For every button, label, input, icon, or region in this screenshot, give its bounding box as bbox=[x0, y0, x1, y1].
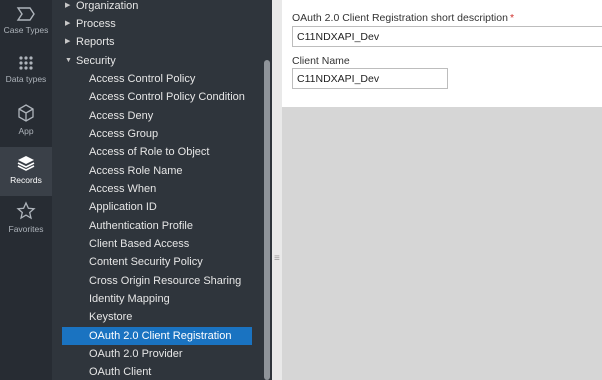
caret-right-icon: ▶ bbox=[65, 20, 71, 27]
tree-item-access-role-name[interactable]: Access Role Name bbox=[62, 162, 252, 180]
tree-item-access-of-role-to-object[interactable]: Access of Role to Object bbox=[62, 143, 252, 161]
tree-item-application-id[interactable]: Application ID bbox=[62, 198, 252, 216]
tree-item-oauth-client[interactable]: OAuth Client bbox=[62, 363, 252, 380]
short-description-input[interactable] bbox=[292, 26, 602, 47]
rail-item-records[interactable]: Records bbox=[0, 147, 52, 196]
tree-item-keystore[interactable]: Keystore bbox=[62, 308, 252, 326]
rail-item-favorites[interactable]: Favorites bbox=[0, 196, 52, 245]
tree-item-client-based-access[interactable]: Client Based Access bbox=[62, 235, 252, 253]
records-stack-icon bbox=[17, 156, 35, 171]
tree-item-access-group[interactable]: Access Group bbox=[62, 125, 252, 143]
tree-category-process[interactable]: ▶ Process bbox=[52, 15, 262, 33]
tree-item-content-security-policy[interactable]: Content Security Policy bbox=[62, 253, 252, 271]
rail-label: Data types bbox=[5, 74, 47, 84]
tree-item-access-control-policy-condition[interactable]: Access Control Policy Condition bbox=[62, 88, 252, 106]
tree-category-organization[interactable]: ▶ Organization bbox=[52, 0, 262, 15]
tree-category-security[interactable]: ▼ Security bbox=[52, 52, 262, 70]
data-types-icon bbox=[19, 56, 33, 70]
app-cube-icon bbox=[18, 104, 34, 122]
caret-down-icon: ▼ bbox=[65, 57, 72, 64]
tree-scrollbar[interactable] bbox=[262, 0, 272, 380]
rail-item-data-types[interactable]: Data types bbox=[0, 49, 52, 98]
scrollbar-thumb[interactable] bbox=[264, 60, 270, 380]
short-description-label: OAuth 2.0 Client Registration short desc… bbox=[292, 12, 515, 24]
tree-item-identity-mapping[interactable]: Identity Mapping bbox=[62, 290, 252, 308]
rail-item-case-types[interactable]: Case Types bbox=[0, 0, 52, 49]
star-icon bbox=[16, 201, 36, 220]
rail-label: Records bbox=[10, 175, 42, 185]
caret-right-icon: ▶ bbox=[65, 2, 71, 9]
rail-item-app[interactable]: App bbox=[0, 98, 52, 147]
rail-label: Case Types bbox=[3, 25, 49, 35]
rail-label: App bbox=[18, 126, 34, 136]
tree-item-access-control-policy[interactable]: Access Control Policy bbox=[62, 70, 252, 88]
form-card: OAuth 2.0 Client Registration short desc… bbox=[282, 0, 602, 107]
tree-item-oauth-client-registration[interactable]: OAuth 2.0 Client Registration bbox=[62, 327, 252, 345]
tree-category-reports[interactable]: ▶ Reports bbox=[52, 33, 262, 51]
tree-item-access-when[interactable]: Access When bbox=[62, 180, 252, 198]
required-marker: * bbox=[509, 12, 515, 24]
tree-item-oauth-provider[interactable]: OAuth 2.0 Provider bbox=[62, 345, 252, 363]
panel-splitter[interactable]: ≡ bbox=[272, 0, 282, 380]
rail-label: Favorites bbox=[8, 224, 44, 234]
case-types-icon bbox=[16, 7, 35, 21]
tree-item-cross-origin-resource-sharing[interactable]: Cross Origin Resource Sharing bbox=[62, 272, 252, 290]
client-name-label: Client Name bbox=[292, 55, 350, 67]
records-explorer-tree: ▶ Organization ▶ Process ▶ Reports ▼ Sec… bbox=[52, 0, 262, 380]
tree-item-authentication-profile[interactable]: Authentication Profile bbox=[62, 217, 252, 235]
tree-item-access-deny[interactable]: Access Deny bbox=[62, 107, 252, 125]
caret-right-icon: ▶ bbox=[65, 38, 71, 45]
main-content: OAuth 2.0 Client Registration short desc… bbox=[282, 0, 602, 380]
client-name-input[interactable] bbox=[292, 68, 448, 89]
left-nav-rail: Case Types Data types App Records Favori… bbox=[0, 0, 52, 380]
splitter-grip-icon[interactable]: ≡ bbox=[274, 254, 280, 264]
